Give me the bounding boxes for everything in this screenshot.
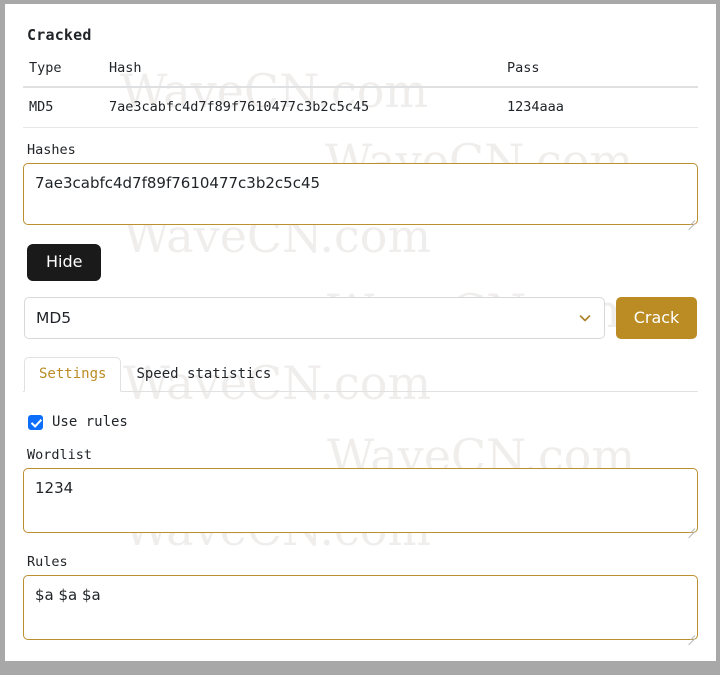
tab-speed-statistics[interactable]: Speed statistics (121, 357, 286, 392)
column-header-type: Type (23, 56, 103, 88)
use-rules-label[interactable]: Use rules (52, 414, 128, 430)
tab-strip: Settings Speed statistics (23, 356, 698, 393)
wordlist-input-wrapper (23, 468, 698, 539)
hashes-input-wrapper (23, 163, 698, 231)
cell-hash: 7ae3cabfc4d7f89f7610477c3b2c5c45 (103, 87, 501, 128)
cracked-results-table: Type Hash Pass MD5 7ae3cabfc4d7f89f76104… (23, 56, 698, 128)
use-rules-checkbox[interactable] (28, 414, 43, 430)
rules-input[interactable] (23, 575, 698, 641)
algorithm-select[interactable]: MD5 (24, 297, 605, 340)
hashes-label: Hashes (27, 142, 76, 158)
rules-input-wrapper (23, 575, 698, 646)
algorithm-row: MD5 Crack (23, 297, 698, 340)
wordlist-input[interactable] (23, 468, 698, 534)
main-content: Cracked Type Hash Pass MD5 7ae3cabfc4d7f… (5, 26, 716, 646)
column-header-pass: Pass (501, 56, 698, 88)
cell-pass: 1234aaa (501, 87, 698, 128)
column-header-hash: Hash (103, 56, 501, 88)
hashes-input[interactable] (23, 163, 698, 225)
table-header-row: Type Hash Pass (23, 56, 698, 88)
table-row: MD5 7ae3cabfc4d7f89f7610477c3b2c5c45 123… (23, 87, 698, 128)
chevron-down-icon (579, 315, 591, 322)
hide-button[interactable]: Hide (27, 244, 102, 282)
checkmark-icon (30, 418, 43, 428)
tab-settings[interactable]: Settings (24, 357, 122, 393)
rules-label: Rules (27, 554, 68, 571)
page-surface: WaveCN.com WaveCN.com WaveCN.com WaveCN.… (5, 4, 716, 661)
crack-button[interactable]: Crack (616, 297, 697, 340)
use-rules-row: Use rules (28, 414, 698, 430)
browser-window-frame: WaveCN.com WaveCN.com WaveCN.com WaveCN.… (0, 0, 720, 675)
wordlist-label: Wordlist (27, 447, 93, 464)
algorithm-selected-value: MD5 (36, 309, 72, 328)
cracked-heading: Cracked (27, 26, 92, 44)
cell-type: MD5 (23, 87, 103, 128)
